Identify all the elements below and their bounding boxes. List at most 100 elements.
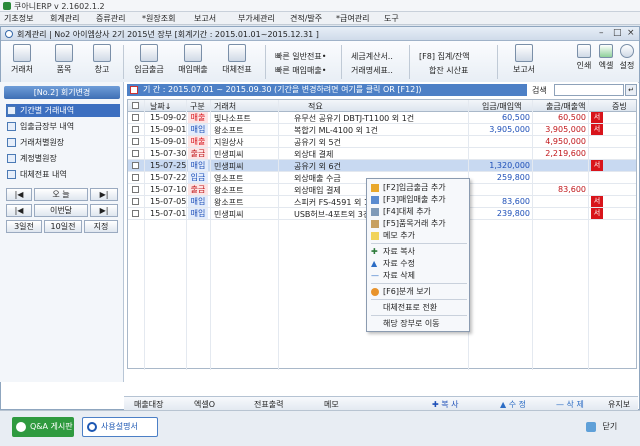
- maintenance-button[interactable]: 유지보: [608, 399, 630, 410]
- transaction-statement-button[interactable]: 거래명세표..: [351, 65, 393, 76]
- delete-button[interactable]: — 삭 제: [556, 399, 584, 410]
- copy-button[interactable]: ✚ 복 사: [432, 399, 459, 410]
- next-day-button[interactable]: ▶|: [90, 188, 118, 201]
- maximize-button[interactable]: □: [613, 28, 622, 38]
- col-client[interactable]: 거래처: [214, 101, 236, 112]
- menu-add-memo[interactable]: 메모 추가: [369, 230, 469, 241]
- sales-ledger-button[interactable]: 매출대장: [134, 399, 163, 410]
- row-checkbox[interactable]: [132, 138, 139, 145]
- box-icon: [55, 44, 73, 62]
- menu-add-transfer[interactable]: [F4]대체 추가: [369, 206, 469, 217]
- report-button[interactable]: 보고서: [509, 44, 539, 75]
- ten-days-ago-button[interactable]: 10일전: [44, 220, 82, 233]
- menu-quote[interactable]: 견적/발주: [290, 13, 322, 24]
- tax-invoice-button[interactable]: 세금계산서..: [351, 51, 393, 62]
- print-button[interactable]: 인쇄: [575, 44, 593, 71]
- period-selector[interactable]: 기 간 : 2015.07.01 ~ 2015.09.30 (기간을 변경하려면…: [127, 84, 527, 96]
- table-row[interactable]: 15-09-01 매입 왕소프트 복합기 ML-4100 외 1건 3,905,000 3…: [128, 124, 636, 136]
- menu-add-cash[interactable]: [F2]입금출금 추가: [369, 182, 469, 193]
- custom-range-button[interactable]: 지정: [84, 220, 118, 233]
- bottom-action-bar: 매출대장 엑셀O 전표출력 메모 ✚ 복 사 ▲ 수 정 — 삭 제 유지보: [124, 396, 638, 410]
- menu-copy[interactable]: ✚ 자료 복사: [369, 246, 469, 257]
- cash-io-button[interactable]: 입금출금: [129, 44, 169, 75]
- row-checkbox[interactable]: [132, 126, 139, 133]
- col-date[interactable]: 날짜↓: [150, 101, 171, 112]
- menu-vat[interactable]: 부가세관리: [238, 13, 275, 24]
- excel-button[interactable]: 엑셀: [597, 44, 615, 71]
- menu-ledger[interactable]: *원장조회: [142, 13, 175, 24]
- menu-stock[interactable]: 증류관리: [96, 13, 125, 24]
- menu-basic-info[interactable]: 기초정보: [4, 13, 33, 24]
- summary-balance-button[interactable]: [F8] 집계/잔액: [419, 51, 470, 62]
- menu-bar: 기초정보 회계관리 증류관리 *원장조회 보고서 부가세관리 견적/발주 *급여…: [0, 12, 640, 25]
- trial-balance-button[interactable]: 합잔 시산표: [429, 65, 468, 76]
- row-checkbox[interactable]: [132, 186, 139, 193]
- nav-cash-ledger[interactable]: 입출금장부 내역: [6, 120, 120, 133]
- col-type[interactable]: 구분: [190, 101, 205, 112]
- three-days-ago-button[interactable]: 3일전: [6, 220, 42, 233]
- warehouse-button[interactable]: 창고: [87, 44, 117, 75]
- next-month-button[interactable]: ▶|: [90, 204, 118, 217]
- col-divider: [186, 100, 187, 370]
- search-input[interactable]: [554, 84, 624, 96]
- close-window-button[interactable]: ×: [627, 28, 635, 38]
- menu-accounting[interactable]: 회계관리: [50, 13, 79, 24]
- minus-icon: —: [371, 271, 379, 280]
- search-go-button[interactable]: ↵: [625, 84, 637, 96]
- nav-period-transactions[interactable]: 기간별 거래내역: [6, 104, 120, 117]
- purchase-sales-button[interactable]: 매입매출: [173, 44, 213, 75]
- row-checkbox[interactable]: [132, 114, 139, 121]
- close-button[interactable]: 닫기: [586, 421, 617, 432]
- qna-board-button[interactable]: Q&A 게시판: [12, 417, 74, 437]
- edit-button[interactable]: ▲ 수 정: [500, 399, 526, 410]
- row-type-badge: 매입: [188, 208, 208, 219]
- row-checkbox[interactable]: [132, 150, 139, 157]
- quick-purchase-sales-button[interactable]: 빠른 매입매출•: [275, 65, 326, 76]
- table-row[interactable]: 15-09-01 매출 지원상사 공유기 외 5건 4,950,000: [128, 136, 636, 148]
- menu-go-ledger[interactable]: 해당 장부로 이동: [369, 318, 469, 329]
- col-proof[interactable]: 증빙: [612, 101, 627, 112]
- user-manual-button[interactable]: 사용설명서: [82, 417, 158, 437]
- this-month-button[interactable]: 이번달: [34, 204, 88, 217]
- row-checkbox[interactable]: [132, 210, 139, 217]
- nav-transfer-slips[interactable]: 대체전표 내역: [6, 168, 120, 181]
- nav-client-ledger[interactable]: 거래처별원장: [6, 136, 120, 149]
- fiscal-year-change-button[interactable]: [No.2] 회기변경: [4, 86, 120, 99]
- menu-edit[interactable]: ▲ 자료 수정: [369, 258, 469, 269]
- col-summary[interactable]: 적요: [308, 101, 323, 112]
- print-slip-button[interactable]: 전표출력: [254, 399, 283, 410]
- menu-tools[interactable]: 도구: [384, 13, 399, 24]
- prev-day-button[interactable]: |◀: [6, 188, 32, 201]
- menu-convert-transfer[interactable]: 대체전표로 전환: [369, 302, 469, 313]
- row-checkbox[interactable]: [132, 162, 139, 169]
- memo-button[interactable]: 메모: [324, 399, 339, 410]
- row-checkbox[interactable]: [132, 198, 139, 205]
- menu-payroll[interactable]: *급여관리: [336, 13, 369, 24]
- today-button[interactable]: 오 늘: [34, 188, 88, 201]
- menu-delete[interactable]: — 자료 삭제: [369, 270, 469, 281]
- nav-account-ledger[interactable]: 계정별원장: [6, 152, 120, 165]
- row-client: 민생피씨: [214, 150, 244, 159]
- col-out[interactable]: 출금/매출액: [546, 101, 586, 112]
- minimize-button[interactable]: –: [599, 28, 604, 38]
- table-row[interactable]: 15-07-30 출금 민생피씨 외상대 결제 2,219,600: [128, 148, 636, 160]
- transfer-slip-button[interactable]: 대체전표: [217, 44, 257, 75]
- row-type-badge: 출금: [188, 148, 208, 159]
- item-button[interactable]: 품목: [49, 44, 79, 75]
- menu-add-item-trade[interactable]: [F5]품목거래 추가: [369, 218, 469, 229]
- client-button[interactable]: 거래처: [7, 44, 37, 75]
- menu-divider: [371, 283, 467, 284]
- quick-general-slip-button[interactable]: 빠른 일반전표•: [275, 51, 326, 62]
- settings-button[interactable]: 설정: [618, 44, 636, 71]
- table-row[interactable]: 15-09-02 매출 빛나소프트 유무선 공유기 DBTJ-T1100 외 1건 60…: [128, 112, 636, 124]
- menu-add-purchase-sales[interactable]: [F3]매입매출 추가: [369, 194, 469, 205]
- col-in[interactable]: 입금/매입액: [482, 101, 522, 112]
- excel-export-button[interactable]: 엑셀O: [194, 399, 215, 410]
- table-row[interactable]: 15-07-25 매입 민생피씨 공유기 외 6건 1,320,000 서: [128, 160, 636, 172]
- menu-reports[interactable]: 보고서: [194, 13, 216, 24]
- row-checkbox[interactable]: [132, 174, 139, 181]
- menu-view-journal[interactable]: [F6]분개 보기: [369, 286, 469, 297]
- select-all-checkbox[interactable]: [132, 102, 139, 109]
- row-summary: 공유기 외 5건: [294, 138, 341, 147]
- prev-month-button[interactable]: |◀: [6, 204, 32, 217]
